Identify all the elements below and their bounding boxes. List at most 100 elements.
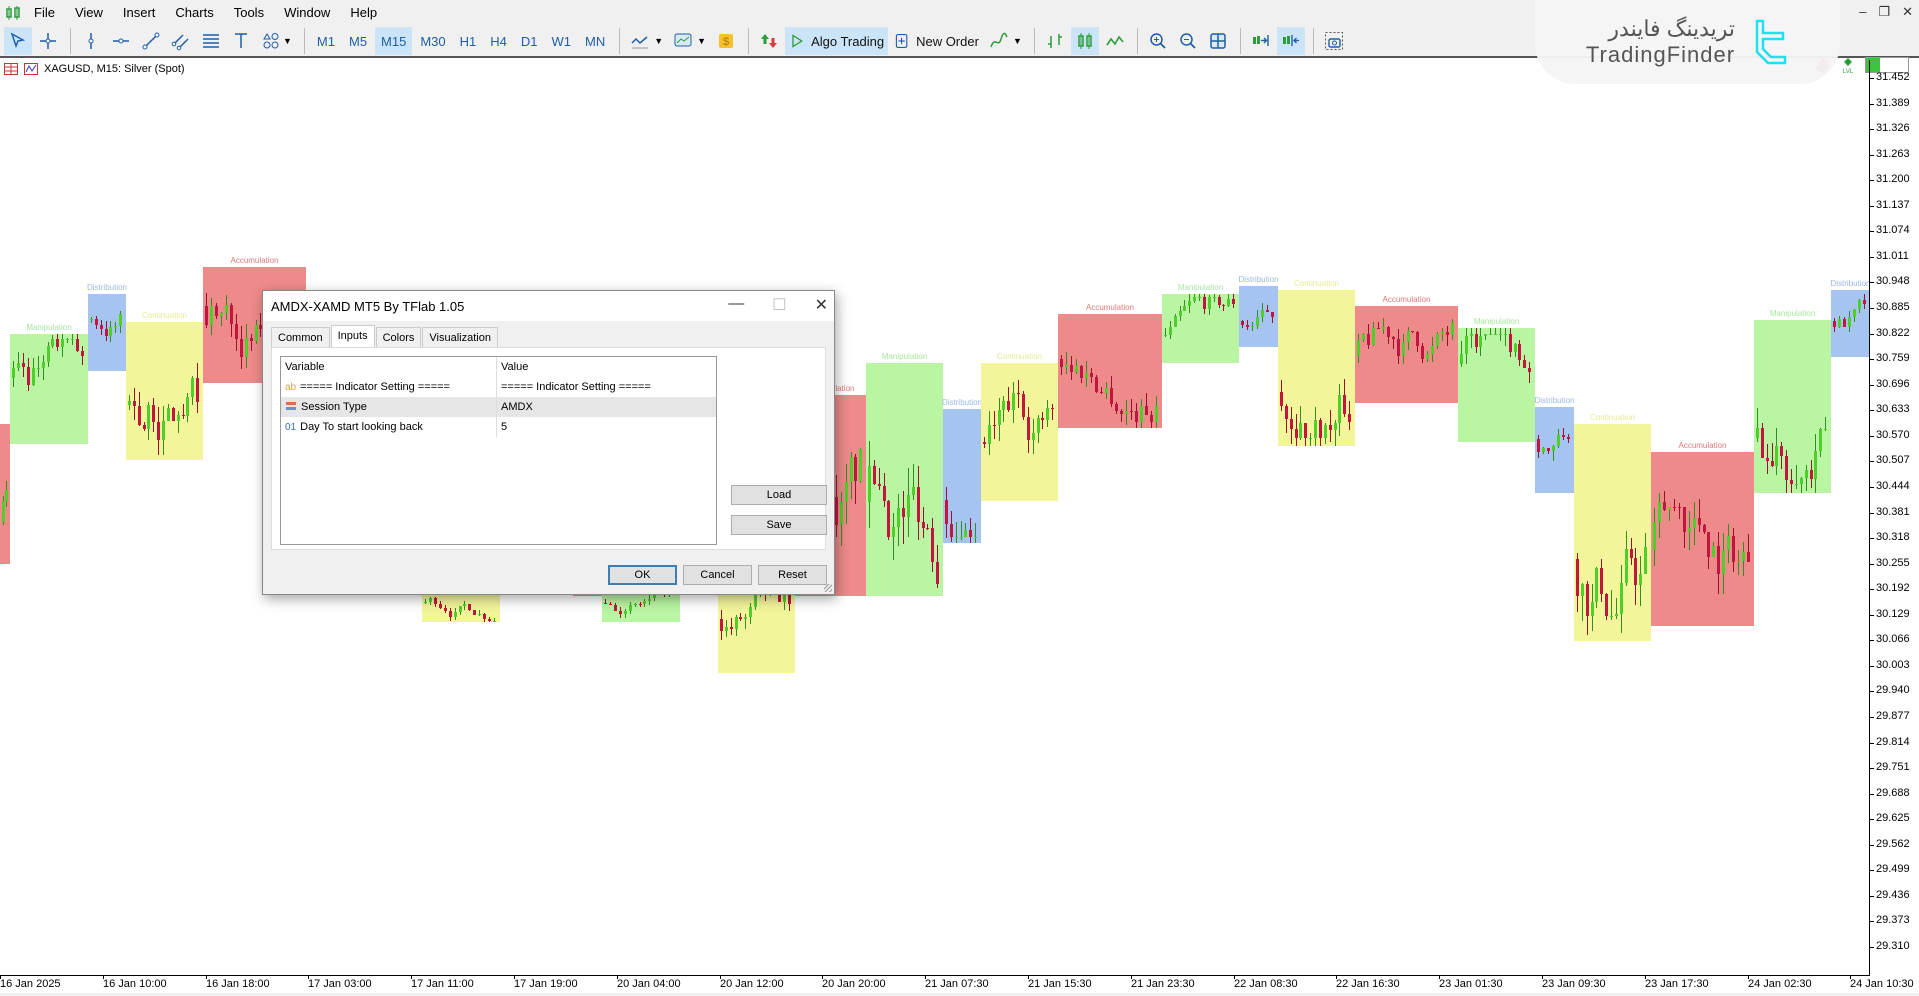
candle-body bbox=[254, 325, 258, 341]
bull-candle bbox=[1310, 432, 1312, 446]
candlestick-chart-button[interactable] bbox=[1070, 27, 1099, 55]
tab-inputs[interactable]: Inputs bbox=[330, 325, 375, 348]
candle-body bbox=[166, 408, 170, 422]
menu-window[interactable]: Window bbox=[274, 0, 340, 26]
timeframe-h4[interactable]: H4 bbox=[484, 27, 513, 55]
input-value[interactable]: 5 bbox=[501, 421, 507, 433]
menu-file[interactable]: File bbox=[24, 0, 65, 26]
resize-grip-icon[interactable] bbox=[824, 584, 832, 592]
algo-trading-label: Algo Trading bbox=[811, 33, 885, 49]
timeframe-m15[interactable]: M15 bbox=[375, 27, 413, 55]
restore-icon[interactable]: ❐ bbox=[1878, 4, 1890, 20]
menu-insert[interactable]: Insert bbox=[113, 0, 166, 26]
candle-body bbox=[1722, 550, 1726, 574]
line-chart-button[interactable] bbox=[1101, 27, 1129, 55]
candle-body bbox=[1145, 406, 1148, 415]
zoom-out-button[interactable] bbox=[1174, 27, 1202, 55]
new-order-button[interactable]: New Order bbox=[890, 27, 983, 55]
toolbar-separator bbox=[1239, 28, 1241, 54]
ok-button[interactable]: OK bbox=[608, 565, 677, 585]
crosshair-tool-button[interactable] bbox=[34, 27, 62, 55]
fibonacci-button[interactable] bbox=[197, 27, 225, 55]
timeframe-m1[interactable]: M1 bbox=[311, 27, 341, 55]
close-icon[interactable]: ✕ bbox=[1902, 4, 1913, 20]
session-label: Continuation bbox=[142, 311, 187, 321]
reset-button[interactable]: Reset bbox=[758, 565, 827, 585]
candle-body bbox=[1416, 331, 1420, 346]
candle-body bbox=[1585, 584, 1589, 616]
market-button[interactable]: $ bbox=[712, 27, 740, 55]
time-tick-label: 24 Jan 02:30 bbox=[1748, 975, 1812, 990]
app-logo-icon bbox=[2, 3, 24, 23]
zoom-in-button[interactable] bbox=[1144, 27, 1172, 55]
bull-candle bbox=[1442, 327, 1444, 341]
candle-body bbox=[608, 603, 612, 605]
timeframe-m30[interactable]: M30 bbox=[414, 27, 451, 55]
candle-body bbox=[1168, 327, 1172, 335]
candle-body bbox=[1662, 501, 1666, 511]
shapes-dropdown-button[interactable]: ▼ bbox=[257, 27, 296, 55]
candle-body bbox=[744, 616, 748, 620]
menu-charts[interactable]: Charts bbox=[165, 0, 223, 26]
timeframe-m5[interactable]: M5 bbox=[343, 27, 373, 55]
algo-trading-button[interactable]: Algo Trading bbox=[785, 27, 889, 55]
tile-windows-button[interactable] bbox=[1204, 27, 1232, 55]
price-tick-label: 29.310 bbox=[1870, 940, 1910, 952]
signals-dropdown-button[interactable]: ▼ bbox=[985, 27, 1026, 55]
candle-body bbox=[897, 507, 901, 527]
candle-body bbox=[1193, 297, 1197, 301]
input-row[interactable]: Session Type AMDX bbox=[281, 397, 716, 417]
price-axis[interactable]: 31.452 31.389 31.326 31.263 31.200 31.137 31.0… bbox=[1869, 60, 1919, 976]
candle-body bbox=[1256, 317, 1259, 326]
price-tick-label: 31.452 bbox=[1870, 71, 1910, 83]
session-label: Distribution bbox=[941, 398, 983, 408]
one-click-trading-button[interactable] bbox=[755, 27, 783, 55]
price-tick-label: 29.562 bbox=[1870, 838, 1910, 850]
auto-scroll-button[interactable] bbox=[1276, 27, 1305, 55]
dialog-maximize-icon[interactable]: ☐ bbox=[772, 295, 786, 315]
dialog-minimize-icon[interactable]: — bbox=[728, 295, 744, 315]
timeframe-mn[interactable]: MN bbox=[579, 27, 611, 55]
menu-help[interactable]: Help bbox=[340, 0, 387, 26]
save-button[interactable]: Save bbox=[731, 515, 827, 535]
trendline-button[interactable] bbox=[137, 27, 165, 55]
chart-templates-button[interactable]: ▼ bbox=[669, 27, 710, 55]
screenshot-button[interactable] bbox=[1320, 27, 1348, 55]
menu-tools[interactable]: Tools bbox=[224, 0, 274, 26]
dropdown-arrow-icon: ▼ bbox=[1012, 36, 1022, 46]
session-label: Distribution bbox=[1238, 274, 1279, 284]
menu-view[interactable]: View bbox=[65, 0, 113, 26]
candle-body bbox=[849, 456, 853, 482]
horizontal-line-button[interactable] bbox=[107, 27, 135, 55]
candle-body bbox=[1026, 416, 1030, 440]
text-tool-button[interactable] bbox=[227, 27, 255, 55]
input-row[interactable]: ab ===== Indicator Setting ===== ===== In… bbox=[281, 377, 716, 397]
timeframe-d1[interactable]: D1 bbox=[515, 27, 544, 55]
candle-body bbox=[1198, 297, 1202, 299]
minimize-icon[interactable]: – bbox=[1859, 4, 1866, 20]
timeframe-h1[interactable]: H1 bbox=[454, 27, 483, 55]
toolbar-separator bbox=[748, 28, 750, 54]
input-row[interactable]: 01 Day To start looking back 5 bbox=[281, 417, 716, 437]
bar-chart-button[interactable] bbox=[1041, 27, 1069, 55]
candle-body bbox=[1232, 299, 1236, 305]
line-chart-icon bbox=[631, 36, 649, 49]
cancel-button[interactable]: Cancel bbox=[683, 565, 752, 585]
candle-body bbox=[1431, 346, 1435, 354]
candle-body bbox=[1222, 304, 1226, 307]
indicators-dropdown-button[interactable]: ▼ bbox=[626, 27, 667, 55]
load-button[interactable]: Load bbox=[731, 485, 827, 505]
candle-body bbox=[1318, 419, 1322, 439]
channel-button[interactable] bbox=[167, 27, 195, 55]
vertical-line-button[interactable] bbox=[77, 27, 105, 55]
candle-body bbox=[936, 562, 940, 585]
input-value[interactable]: AMDX bbox=[501, 401, 533, 413]
cursor-tool-button[interactable] bbox=[4, 27, 32, 55]
timeframe-w1[interactable]: W1 bbox=[546, 27, 578, 55]
scroll-to-end-button[interactable] bbox=[1247, 27, 1275, 55]
input-value[interactable]: ===== Indicator Setting ===== bbox=[501, 381, 651, 393]
candle-body bbox=[1105, 387, 1108, 393]
candle-body bbox=[1207, 297, 1211, 309]
dialog-close-icon[interactable]: ✕ bbox=[815, 295, 828, 315]
inputs-grid[interactable]: Variable Value ab ===== Indicator Setting… bbox=[280, 356, 717, 545]
